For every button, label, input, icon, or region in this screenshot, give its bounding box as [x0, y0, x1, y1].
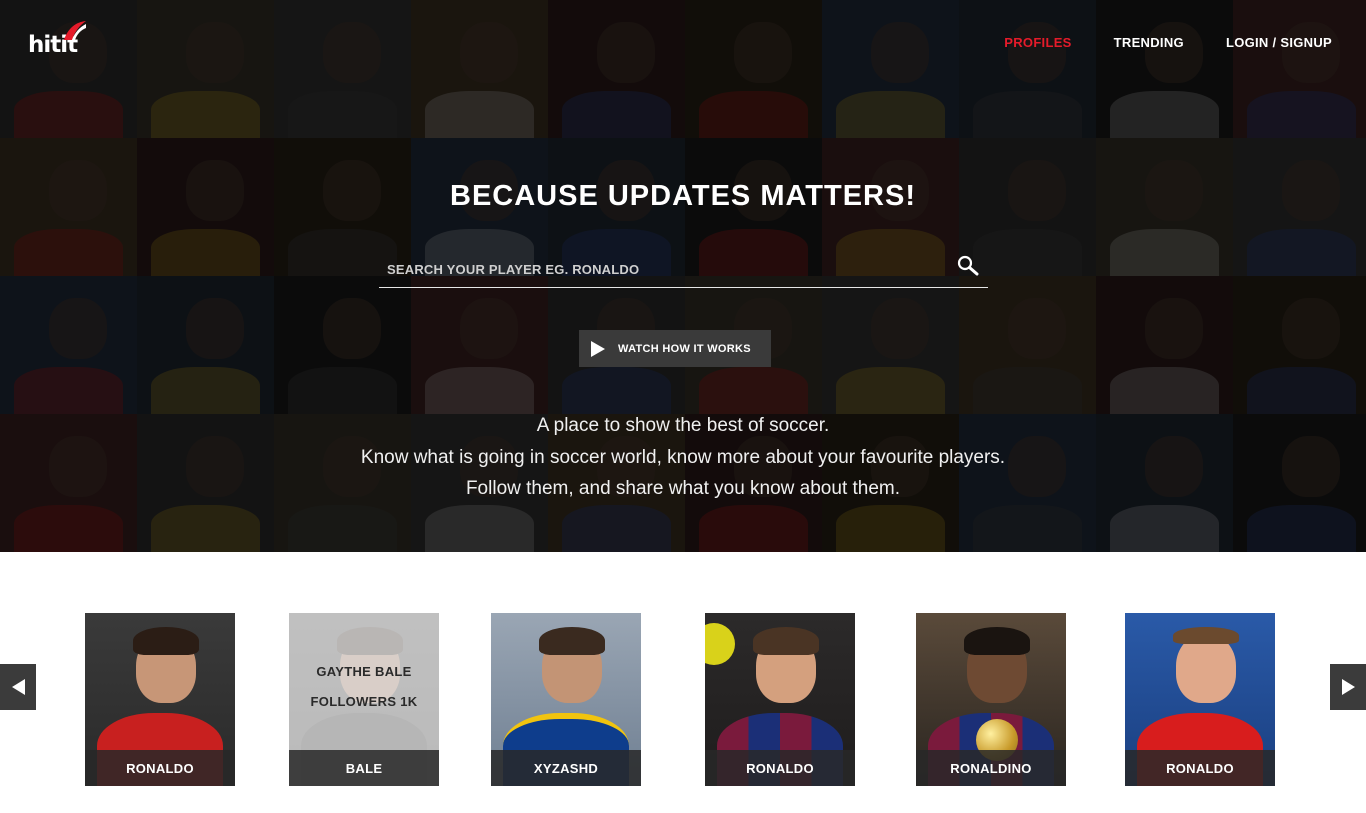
player-hair: [753, 626, 819, 655]
player-card-bale[interactable]: GAYTHE BALE FOLLOWERS 1K BALE: [289, 613, 439, 786]
player-card-ronaldo-2[interactable]: RONALDO: [705, 613, 855, 786]
player-name: RONALDO: [705, 750, 855, 786]
player-name: RONALDINO: [916, 750, 1066, 786]
player-hover-title: GAYTHE BALE: [316, 664, 412, 679]
player-name: RONALDO: [85, 750, 235, 786]
player-face: [1176, 633, 1236, 703]
player-hair: [1173, 626, 1239, 645]
top-nav: PROFILES TRENDING LOGIN / SIGNUP: [962, 35, 1332, 50]
player-name: XYZASHD: [491, 750, 641, 786]
search-input[interactable]: [387, 256, 927, 282]
carousel-prev-button[interactable]: [0, 664, 36, 710]
player-card-ronaldino[interactable]: RONALDINO: [916, 613, 1066, 786]
player-name: RONALDO: [1125, 750, 1275, 786]
player-carousel: RONALDO GAYTHE BALE FOLLOWERS 1K BALE XY…: [0, 552, 1366, 813]
nav-trending[interactable]: TRENDING: [1114, 35, 1184, 50]
watch-how-it-works-button[interactable]: WATCH HOW IT WORKS: [579, 330, 771, 367]
player-card-xyzashd[interactable]: XYZASHD: [491, 613, 641, 786]
nav-profiles[interactable]: PROFILES: [1004, 35, 1071, 50]
play-icon: [591, 340, 605, 357]
player-card-ronaldo-3[interactable]: RONALDO: [1125, 613, 1275, 786]
watch-button-label: WATCH HOW IT WORKS: [618, 342, 751, 355]
player-card-ronaldo[interactable]: RONALDO: [85, 613, 235, 786]
hero-section: hitit PROFILES TRENDING LOGIN / SIGNUP B…: [0, 0, 1366, 552]
player-hair: [964, 626, 1030, 655]
player-hover-info: GAYTHE BALE FOLLOWERS 1K: [289, 657, 439, 717]
carousel-next-button[interactable]: [1330, 664, 1366, 710]
nav-login-signup[interactable]: LOGIN / SIGNUP: [1226, 35, 1332, 50]
tagline-line-1: A place to show the best of soccer.: [536, 415, 830, 436]
arrow-right-icon: [1341, 679, 1355, 695]
player-name: BALE: [289, 750, 439, 786]
arrow-left-icon: [11, 679, 25, 695]
search-icon[interactable]: [956, 254, 980, 278]
hero-tagline: A place to show the best of soccer. Know…: [0, 410, 1366, 505]
player-hair: [539, 626, 605, 655]
logo-swoosh-icon: [64, 21, 86, 40]
hero-headline: BECAUSE UPDATES MATTERS!: [450, 180, 916, 212]
player-search: [379, 250, 988, 288]
hitit-logo[interactable]: hitit: [28, 20, 88, 60]
tagline-line-3: Follow them, and share what you know abo…: [465, 478, 901, 499]
player-followers-count: FOLLOWERS 1K: [310, 694, 418, 709]
tagline-line-2: Know what is going in soccer world, know…: [360, 446, 1006, 468]
player-hair: [133, 626, 199, 655]
